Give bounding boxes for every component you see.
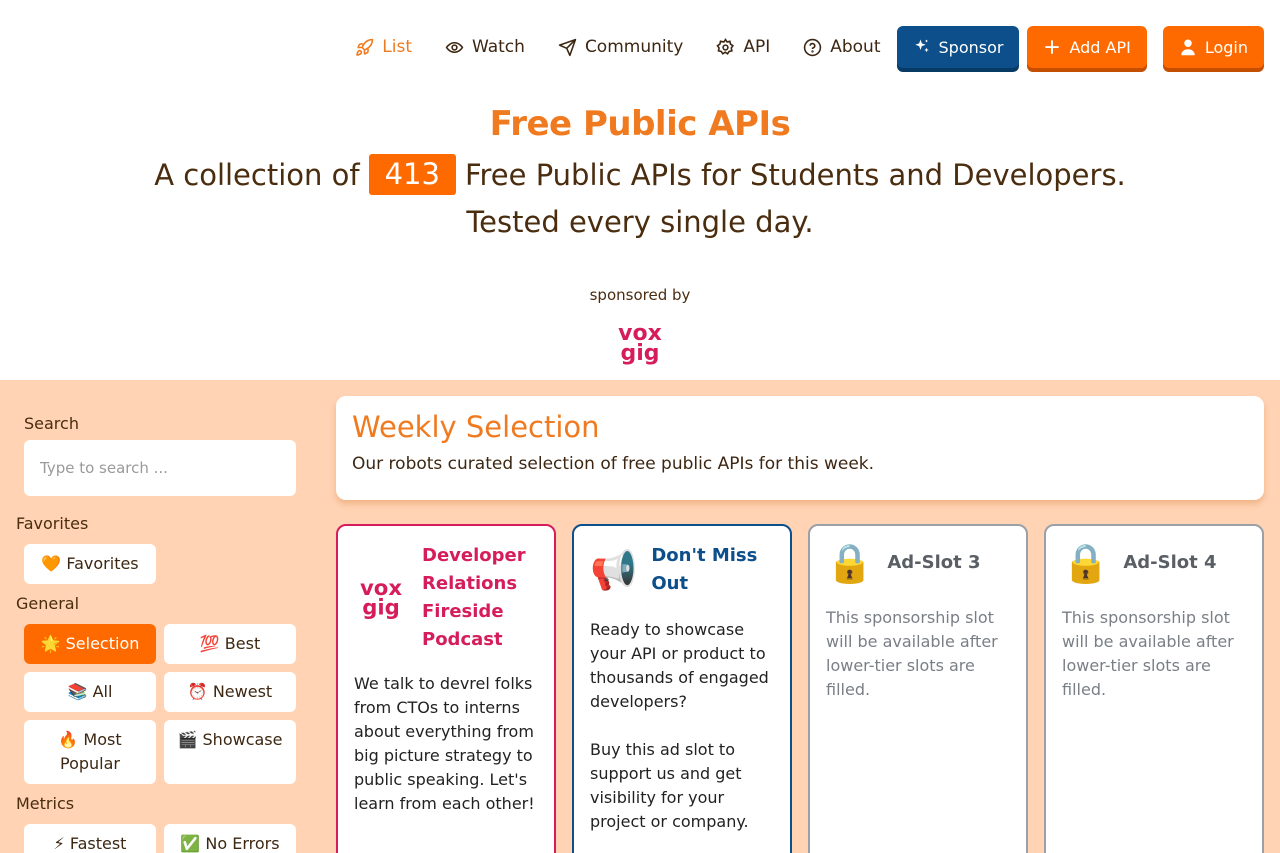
main-panel: Search Favorites 🧡 Favorites General 🌟 S… <box>0 380 1280 853</box>
login-button-label: Login <box>1204 37 1248 57</box>
chip-no-errors[interactable]: ✅ No Errors <box>164 824 296 853</box>
hero-sub-suffix: Free Public APIs for Students and Develo… <box>464 157 1126 192</box>
api-count-badge: 413 <box>368 154 456 195</box>
svg-text:gig: gig <box>620 341 659 366</box>
sponsor-cards: vox gig Developer Relations Fireside Pod… <box>336 524 1264 853</box>
add-api-button[interactable]: Add API <box>1027 26 1147 68</box>
nav-watch[interactable]: Watch <box>445 37 525 57</box>
card-title: Ad-Slot 3 <box>887 552 981 573</box>
eye-icon <box>445 41 464 53</box>
card-body: This sponsorship slot will be available … <box>1062 608 1234 699</box>
nav-about-label: About <box>830 37 881 57</box>
nav-list[interactable]: List <box>355 37 412 57</box>
chip-most-popular[interactable]: 🔥 Most Popular <box>24 720 156 784</box>
chip-all[interactable]: 📚 All <box>24 672 156 712</box>
card-title: Ad-Slot 4 <box>1123 552 1217 573</box>
nav-community[interactable]: Community <box>558 37 683 57</box>
card-title: Developer Relations Fireside Podcast <box>422 545 526 650</box>
lock-icon: 🔒 <box>826 541 874 585</box>
paper-plane-icon <box>558 38 577 56</box>
card-body: This sponsorship slot will be available … <box>826 608 998 699</box>
sparkles-icon <box>914 39 929 53</box>
nav-about[interactable]: About <box>803 37 881 57</box>
nav-list-label: List <box>382 37 412 57</box>
weekly-selection-panel: Weekly Selection Our robots curated sele… <box>336 396 1264 500</box>
metrics-label: Metrics <box>16 794 75 813</box>
nav-community-label: Community <box>584 37 684 57</box>
search-input[interactable] <box>24 440 296 496</box>
rocket-icon <box>356 38 374 56</box>
add-api-button-label: Add API <box>1069 37 1131 57</box>
hero-sub-prefix: A collection of <box>154 157 360 192</box>
chip-fastest[interactable]: ⚡ Fastest <box>24 824 156 853</box>
sponsored-by-label: sponsored by <box>589 286 691 304</box>
chip-selection[interactable]: 🌟 Selection <box>24 624 156 664</box>
chip-favorites[interactable]: 🧡 Favorites <box>24 544 156 584</box>
general-label: General <box>16 594 80 613</box>
voxgig-logo[interactable]: vox gig <box>612 320 668 366</box>
nav-watch-label: Watch <box>472 37 525 57</box>
megaphone-icon: 📢 <box>590 548 638 592</box>
page-title: Free Public APIs <box>489 104 791 144</box>
nav-api[interactable]: API <box>716 37 770 57</box>
hero-tagline: Tested every single day. <box>466 205 814 239</box>
weekly-desc: Our robots curated selection of free pub… <box>352 454 875 474</box>
lock-icon: 🔒 <box>1062 541 1110 585</box>
chip-showcase[interactable]: 🎬 Showcase <box>164 720 296 784</box>
chip-newest[interactable]: ⏰ Newest <box>164 672 296 712</box>
weekly-title: Weekly Selection <box>352 410 600 444</box>
search-label: Search <box>24 414 79 433</box>
card-body: Ready to showcase your API or product to… <box>590 620 769 831</box>
login-button[interactable]: Login <box>1162 26 1264 68</box>
chip-best[interactable]: 💯 Best <box>164 624 296 664</box>
content: Weekly Selection Our robots curated sele… <box>336 396 1264 853</box>
svg-text:gig: gig <box>362 595 400 620</box>
question-circle-icon <box>804 38 822 56</box>
sponsor-card-dont-miss-out[interactable]: 📢 Don't Miss Out Ready to showcase your … <box>572 524 792 853</box>
sponsor-card-podcast[interactable]: vox gig Developer Relations Fireside Pod… <box>336 524 556 853</box>
plus-icon <box>1045 40 1060 54</box>
sponsor-card-ad-slot-4[interactable]: 🔒 Ad-Slot 4 This sponsorship slot will b… <box>1044 524 1264 853</box>
top-nav: List Watch Community API About Sponsor A… <box>322 26 1264 68</box>
nav-api-label: API <box>743 37 771 57</box>
card-title: Don't Miss Out <box>651 545 758 594</box>
sponsor-button[interactable]: Sponsor <box>896 26 1020 68</box>
hero-subtitle: A collection of 413 Free Public APIs for… <box>0 154 1280 195</box>
gear-icon <box>716 37 735 55</box>
user-icon <box>1181 39 1195 56</box>
hero: Free Public APIs A collection of 413 Fre… <box>0 104 1280 239</box>
favorites-label: Favorites <box>16 514 89 533</box>
sponsor-button-label: Sponsor <box>938 37 1004 57</box>
card-body: We talk to devrel folks from CTOs to int… <box>354 674 535 813</box>
voxgig-card-logo: vox gig <box>360 576 402 620</box>
sponsor-card-ad-slot-3[interactable]: 🔒 Ad-Slot 3 This sponsorship slot will b… <box>808 524 1028 853</box>
